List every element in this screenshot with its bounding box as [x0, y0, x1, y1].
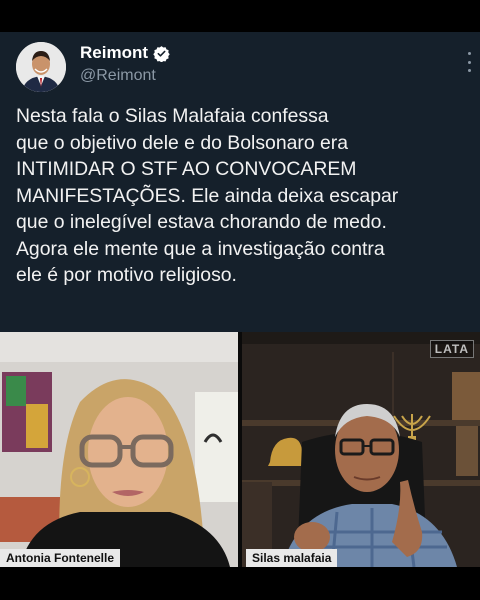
- author-handle[interactable]: @Reimont: [80, 67, 156, 85]
- author-name[interactable]: Reimont: [80, 43, 148, 63]
- avatar[interactable]: [16, 42, 66, 92]
- verified-badge-icon: [153, 45, 170, 62]
- tweet-text: Nesta fala o Silas Malafaia confessa que…: [16, 105, 399, 286]
- tweet-card: Reimont @Reimont Nesta fala o Silas Mala…: [0, 32, 480, 567]
- watermark-logo: LATA: [429, 340, 474, 358]
- video-panel-right: LATA Silas malafaia: [242, 332, 480, 567]
- more-options-icon[interactable]: [466, 52, 472, 72]
- left-participant-name: Antonia Fontenelle: [0, 549, 120, 567]
- author-row: Reimont: [80, 43, 170, 63]
- right-participant-image: [242, 332, 480, 567]
- video-panel-left: Antonia Fontenelle: [0, 332, 238, 567]
- right-participant-name: Silas malafaia: [246, 549, 338, 567]
- tweet-video[interactable]: Antonia Fontenelle LATA Silas malafaia: [0, 332, 480, 567]
- left-participant-image: [0, 332, 238, 567]
